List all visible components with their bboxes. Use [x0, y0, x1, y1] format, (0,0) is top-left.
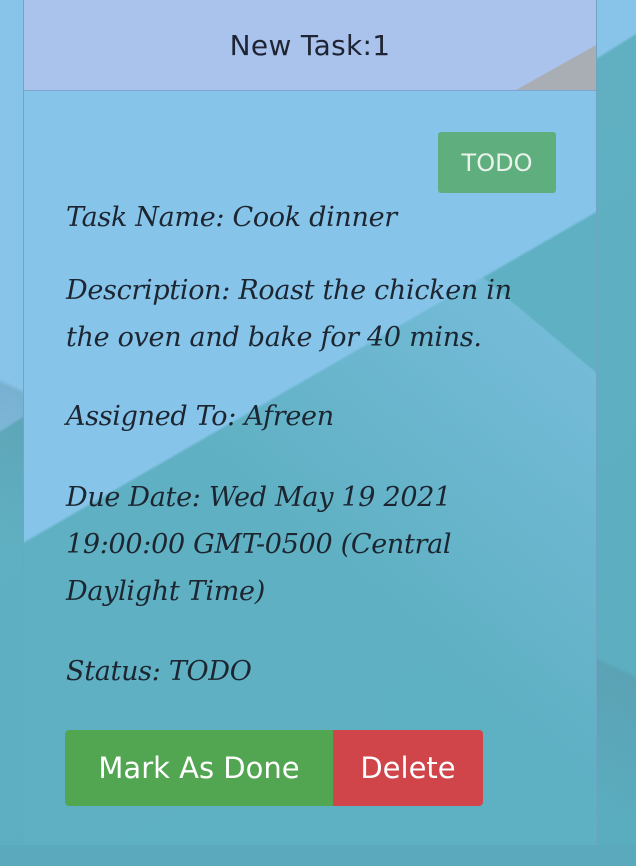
- header-corner-decoration: [516, 45, 596, 90]
- card-header: New Task:1: [24, 0, 596, 91]
- delete-button[interactable]: Delete: [333, 730, 483, 806]
- task-status-field: Status: TODO: [66, 656, 252, 687]
- task-description-field: Description: Roast the chicken in the ov…: [66, 275, 512, 353]
- task-action-buttons: Mark As Done Delete: [65, 730, 483, 806]
- task-due-date-field: Due Date: Wed May 19 2021 19:00:00 GMT-0…: [66, 482, 452, 607]
- page-bottom-strip: [0, 845, 636, 866]
- mark-as-done-button[interactable]: Mark As Done: [65, 730, 333, 806]
- task-name-field: Task Name: Cook dinner: [66, 202, 397, 233]
- task-card: New Task:1 TODO Task Name: Cook dinner D…: [23, 0, 597, 845]
- status-badge: TODO: [438, 132, 556, 193]
- card-title: New Task:1: [229, 28, 391, 62]
- task-assigned-to-field: Assigned To: Afreen: [66, 401, 334, 432]
